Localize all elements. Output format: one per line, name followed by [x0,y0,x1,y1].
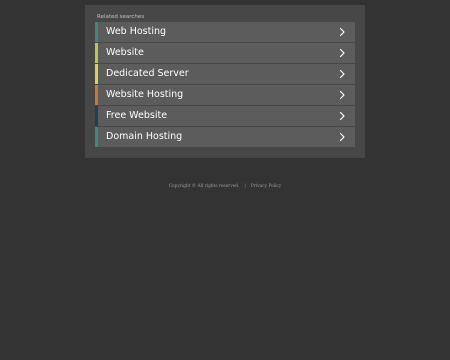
accent-bar [95,127,98,147]
related-searches-panel: Related searches Web Hosting Website Ded… [85,5,365,158]
accent-bar [95,85,98,105]
accent-bar [95,43,98,63]
related-search-item[interactable]: Website [95,43,355,63]
chevron-right-icon [339,69,345,79]
related-search-item[interactable]: Dedicated Server [95,64,355,84]
copyright-text: Copyright © All rights reserved. [168,184,240,189]
related-search-label: Free Website [106,110,168,121]
related-search-item[interactable]: Web Hosting [95,22,355,42]
accent-bar [95,106,98,126]
chevron-right-icon [339,132,345,142]
related-search-label: Website Hosting [106,89,184,100]
chevron-right-icon [339,27,345,37]
related-search-item[interactable]: Free Website [95,106,355,126]
related-search-label: Web Hosting [106,26,167,37]
related-search-item[interactable]: Website Hosting [95,85,355,105]
privacy-policy-link[interactable]: Privacy Policy [251,184,281,189]
related-search-label: Domain Hosting [106,131,183,142]
chevron-right-icon [339,48,345,58]
chevron-right-icon [339,111,345,121]
accent-bar [95,64,98,84]
footer: Copyright © All rights reserved. | Privacy… [0,184,450,190]
related-search-item[interactable]: Domain Hosting [95,127,355,147]
chevron-right-icon [339,90,345,100]
related-searches-title: Related searches [97,14,145,20]
footer-separator: | [244,184,246,189]
related-searches-list: Web Hosting Website Dedicated Server Web… [95,22,355,148]
related-search-label: Dedicated Server [106,68,189,79]
accent-bar [95,22,98,42]
related-search-label: Website [106,47,144,58]
